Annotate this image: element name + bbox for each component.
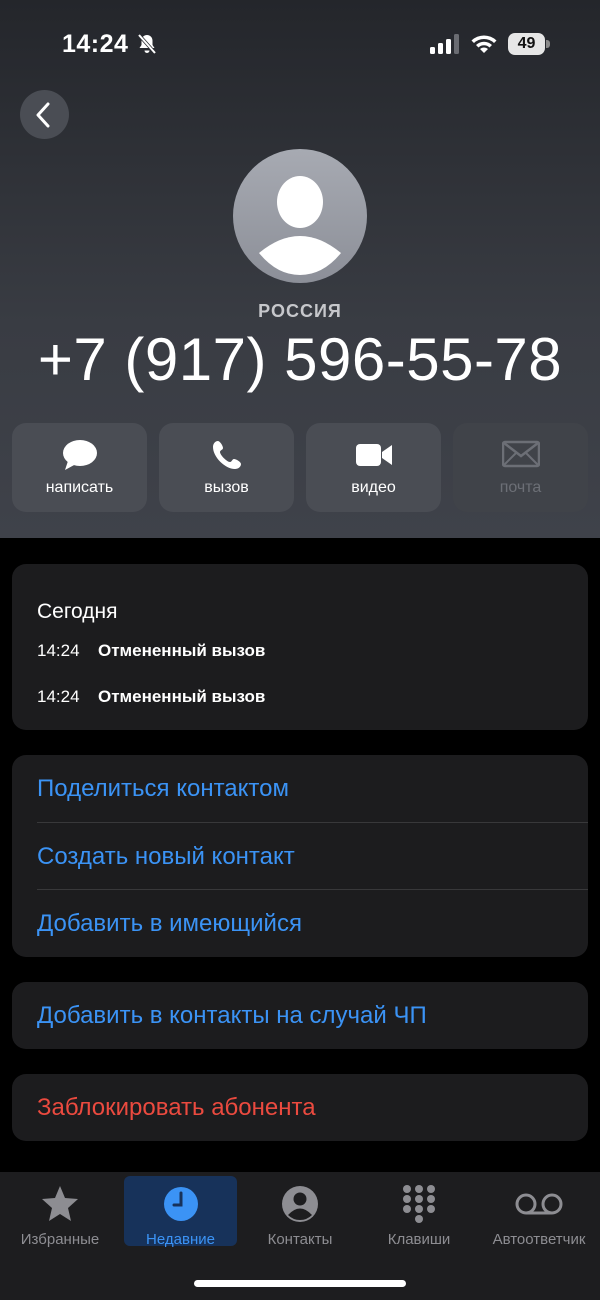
avatar[interactable] [233, 149, 367, 283]
contact-country: РОССИЯ [258, 301, 342, 321]
tab-label: Клавиши [387, 1231, 451, 1248]
tab-voicemail[interactable]: Автоответчик [478, 1176, 600, 1248]
back-button[interactable] [20, 90, 69, 139]
tab-label: Недавние [146, 1231, 215, 1248]
keypad-icon [360, 1184, 478, 1224]
share-contact-link[interactable]: Поделиться контактом [37, 755, 588, 822]
home-indicator[interactable] [194, 1280, 406, 1287]
chevron-left-icon [36, 102, 50, 128]
tab-label: Автоответчик [492, 1231, 586, 1248]
call-time: 14:24 [37, 641, 80, 660]
tab-keypad[interactable]: Клавиши [360, 1176, 478, 1248]
message-label: написать [45, 479, 114, 496]
emergency-contact-card: Добавить в контакты на случай ЧП [12, 982, 588, 1049]
star-icon [0, 1184, 120, 1224]
video-icon [306, 439, 441, 473]
call-entry: 14:24 Отмененный вызов [37, 641, 265, 661]
signal-icon [430, 34, 460, 54]
action-buttons: написать вызов видео почта [12, 423, 588, 512]
video-label: видео [351, 479, 396, 496]
add-to-existing-link[interactable]: Добавить в имеющийся [37, 890, 588, 957]
block-caller-link[interactable]: Заблокировать абонента [37, 1074, 316, 1141]
call-entry: 14:24 Отмененный вызов [37, 687, 265, 707]
mail-button[interactable]: почта [453, 423, 588, 512]
call-status: Отмененный вызов [98, 687, 266, 706]
person-silhouette-icon [259, 176, 341, 275]
message-icon [12, 439, 147, 473]
add-emergency-contact-link[interactable]: Добавить в контакты на случай ЧП [37, 982, 427, 1049]
calls-heading: Сегодня [37, 600, 118, 623]
wifi-icon [470, 33, 498, 55]
recent-calls-card: Сегодня 14:24 Отмененный вызов 14:24 Отмен… [12, 564, 588, 730]
mail-icon [453, 439, 588, 473]
voicemail-icon [478, 1184, 600, 1224]
status-time: 14:24 [62, 30, 129, 58]
bell-slash-icon [136, 33, 158, 55]
tab-label: Контакты [267, 1231, 333, 1248]
create-contact-link[interactable]: Создать новый контакт [37, 823, 588, 890]
message-button[interactable]: написать [12, 423, 147, 512]
block-caller-card: Заблокировать абонента [12, 1074, 588, 1141]
tab-label: Избранные [20, 1231, 100, 1248]
call-time: 14:24 [37, 687, 80, 706]
call-button[interactable]: вызов [159, 423, 294, 512]
phone-icon [159, 439, 294, 473]
video-button[interactable]: видео [306, 423, 441, 512]
tab-contacts[interactable]: Контакты [240, 1176, 360, 1248]
tab-recents[interactable]: Недавние [124, 1176, 237, 1248]
mail-label: почта [499, 479, 542, 496]
status-bar: 14:24 49 [0, 0, 600, 90]
call-label: вызов [204, 479, 249, 496]
contact-options-card: Поделиться контактом Создать новый конта… [12, 755, 588, 957]
battery-tip [546, 40, 550, 48]
contact-icon [240, 1184, 360, 1224]
battery-indicator: 49 [508, 33, 550, 55]
battery-level: 49 [508, 33, 545, 55]
contact-phone-number[interactable]: +7 (917) 596-55-78 [0, 325, 600, 394]
tab-favorites[interactable]: Избранные [0, 1176, 120, 1248]
clock-icon [124, 1184, 237, 1224]
call-status: Отмененный вызов [98, 641, 266, 660]
